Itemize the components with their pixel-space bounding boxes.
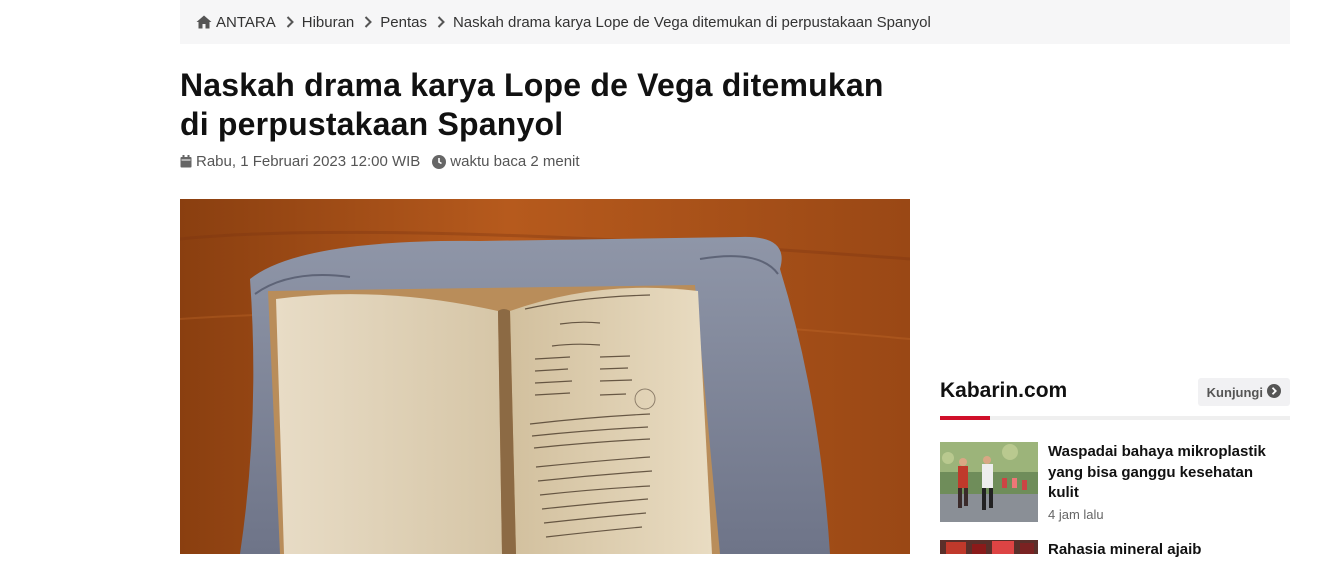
reading-time: waktu baca 2 menit (432, 153, 580, 170)
breadcrumb-home[interactable]: ANTARA (196, 14, 276, 31)
breadcrumb-current[interactable]: Naskah drama karya Lope de Vega ditemuka… (453, 14, 931, 31)
publish-date-text: Rabu, 1 Februari 2023 12:00 WIB (196, 153, 421, 170)
news-thumbnail[interactable] (940, 442, 1038, 522)
section-divider (940, 416, 1290, 420)
publish-date: Rabu, 1 Februari 2023 12:00 WIB (180, 153, 420, 170)
breadcrumb-pentas[interactable]: Pentas (380, 14, 427, 31)
list-item[interactable]: Rahasia mineral ajaib (940, 540, 1290, 570)
clock-icon (432, 154, 450, 169)
reading-time-text: waktu baca 2 menit (450, 153, 580, 170)
home-icon (196, 15, 212, 29)
source-name[interactable]: Kabarin.com (940, 379, 1067, 403)
article-meta: Rabu, 1 Februari 2023 12:00 WIB waktu ba… (180, 153, 580, 170)
breadcrumb-hiburan[interactable]: Hiburan (302, 14, 355, 31)
news-thumbnail[interactable] (940, 540, 1038, 554)
breadcrumb-home-label: ANTARA (216, 13, 276, 31)
breadcrumb: ANTARA Hiburan Pentas Naskah drama karya… (180, 0, 1290, 44)
page-title: Naskah drama karya Lope de Vega ditemuka… (180, 67, 884, 142)
chevron-right-icon (286, 16, 294, 28)
article-hero-image (180, 199, 910, 554)
news-time: 4 jam lalu (1048, 507, 1104, 522)
section-divider-accent (940, 416, 990, 420)
chevron-right-icon (364, 16, 373, 28)
arrow-right-circle-icon (1263, 383, 1281, 401)
sidebar-section-header: Kabarin.com Kunjungi (940, 376, 1290, 422)
calendar-icon (180, 155, 196, 168)
visit-button[interactable]: Kunjungi (1197, 378, 1290, 406)
list-item[interactable]: Waspadai bahaya mikroplastik yang bisa g… (940, 442, 1290, 524)
news-headline[interactable]: Waspadai bahaya mikroplastik yang bisa g… (1048, 442, 1288, 504)
visit-button-label: Kunjungi (1206, 384, 1263, 400)
chevron-right-icon (437, 16, 445, 28)
news-headline[interactable]: Rahasia mineral ajaib (1048, 540, 1288, 561)
